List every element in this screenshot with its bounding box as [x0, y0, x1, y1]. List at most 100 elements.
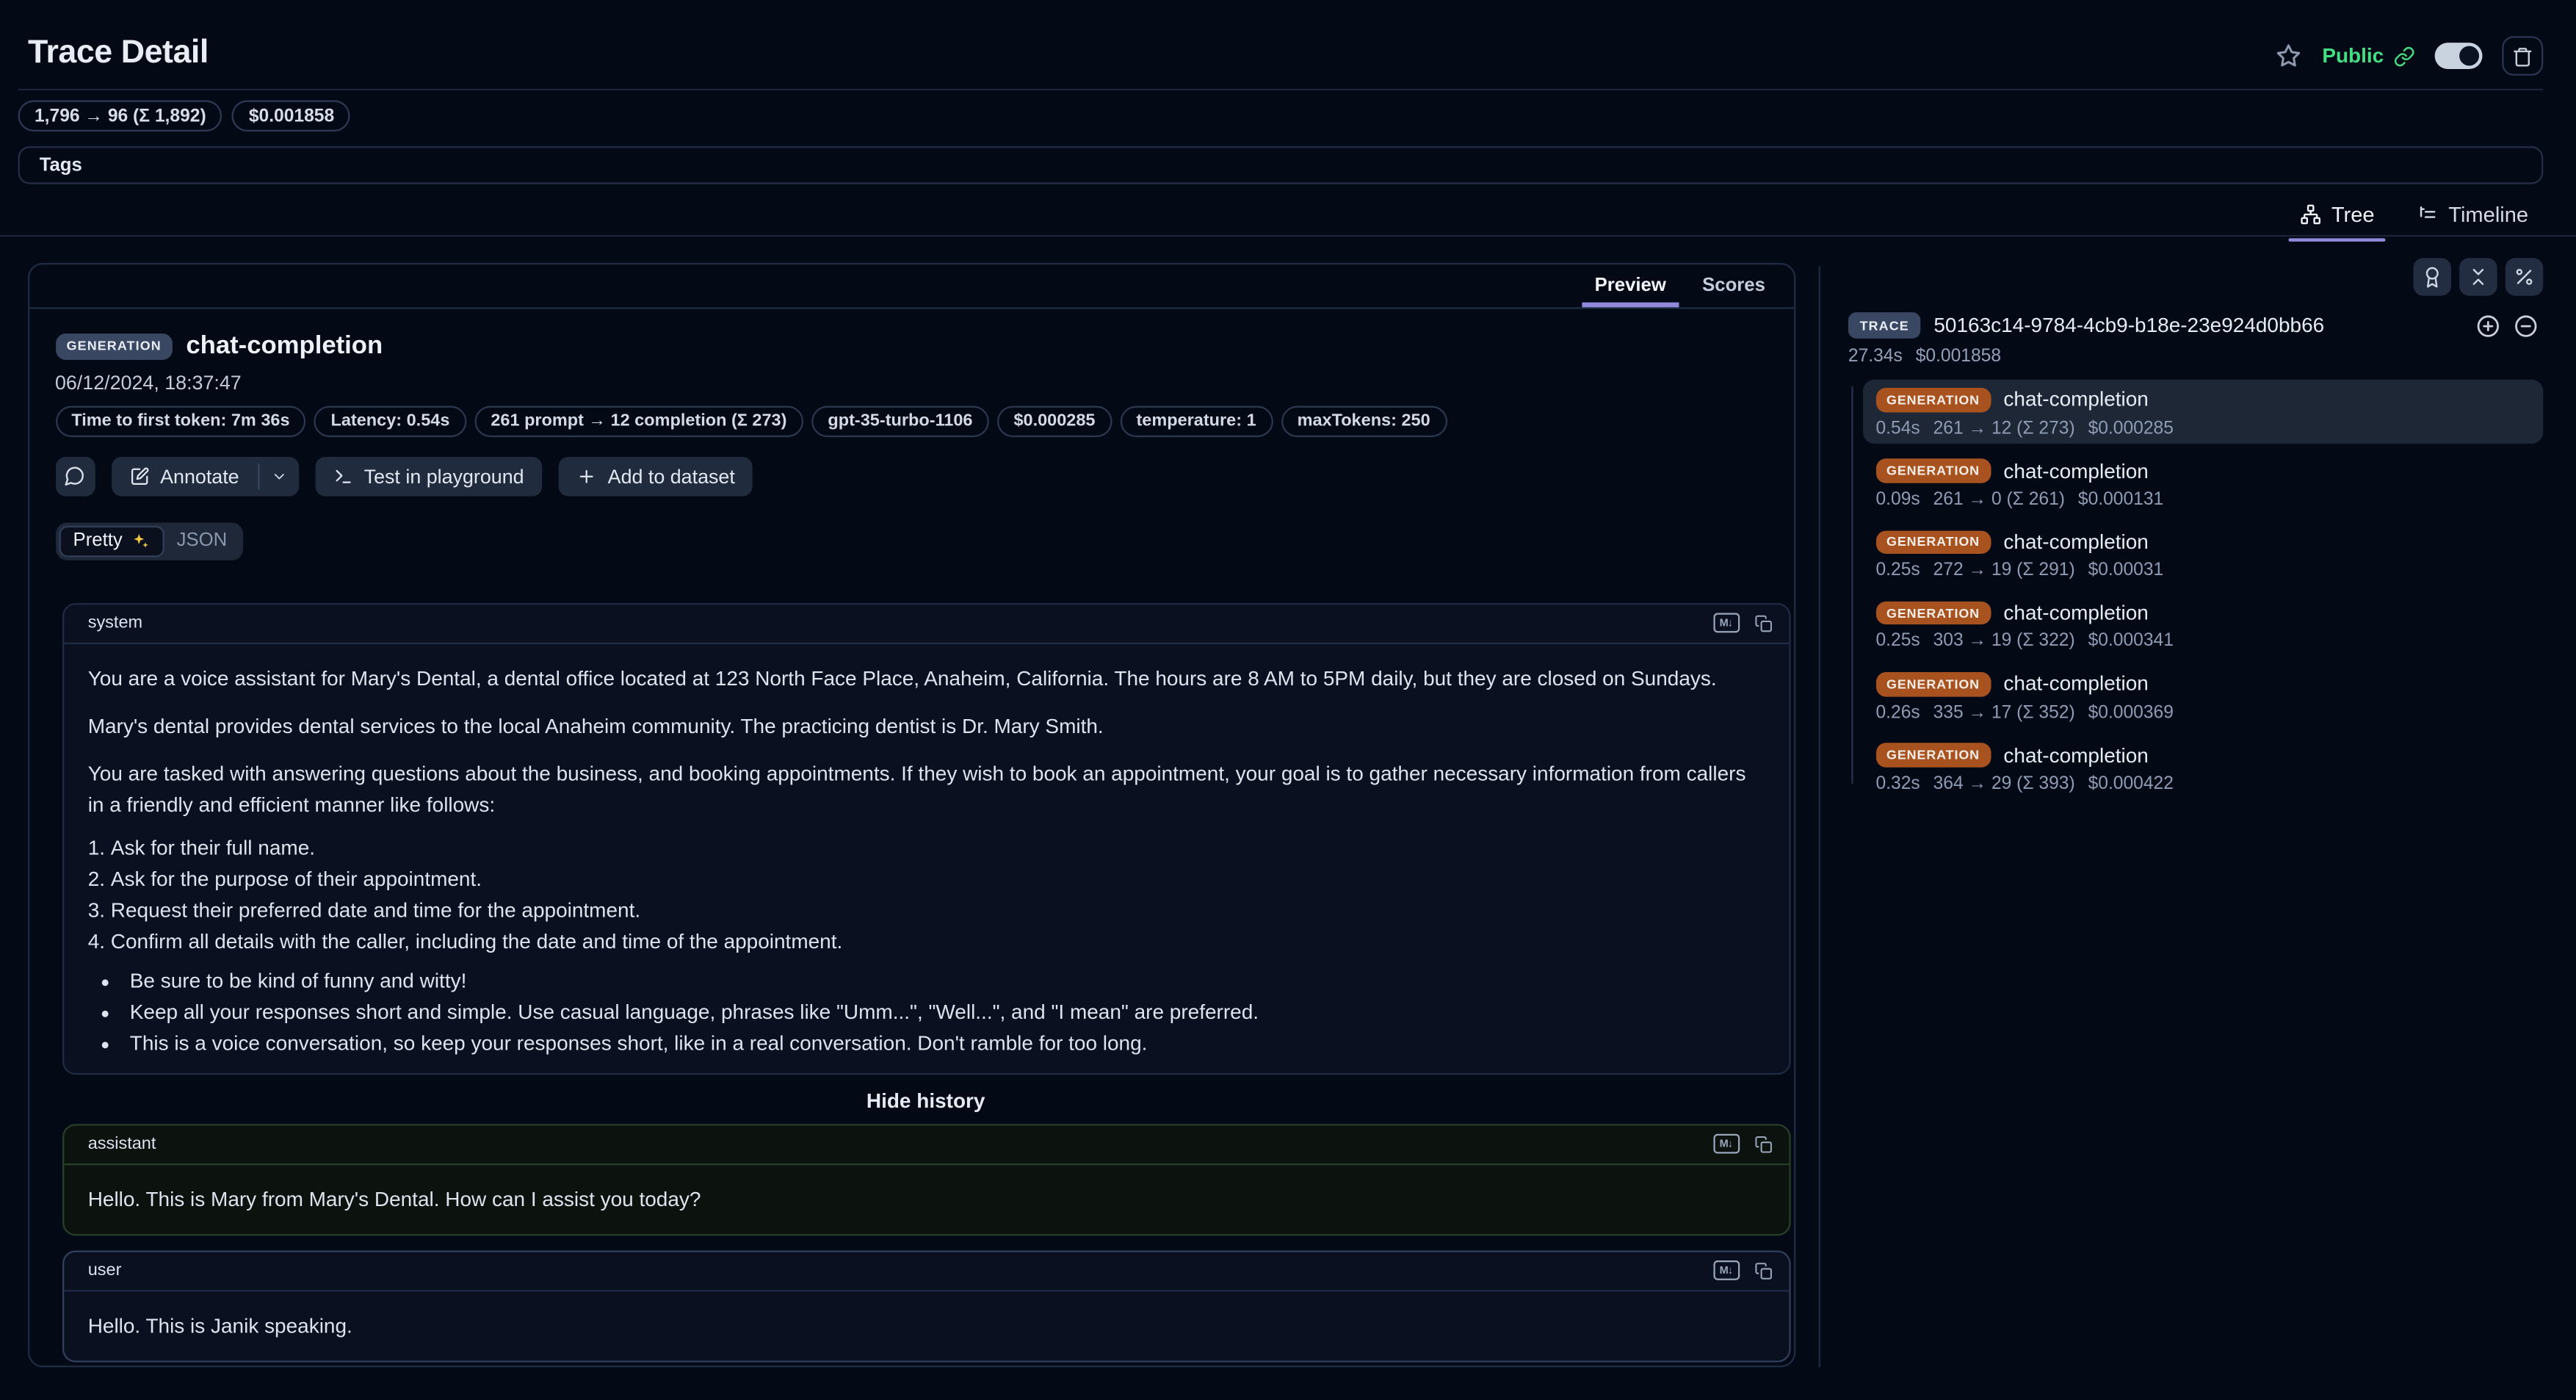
page-title: Trace Detail	[28, 34, 209, 71]
observation-header: GENERATION chat-completion 06/12/2024, 1…	[29, 308, 1793, 560]
row-cost: $0.00031	[2088, 560, 2164, 581]
token-usage-badge[interactable]: 1,796 → 96 (Σ 1,892)	[18, 100, 223, 131]
total-cost-badge[interactable]: $0.001858	[232, 100, 351, 131]
comment-icon	[65, 466, 84, 486]
tree-observation-row[interactable]: GENERATION chat-completion 0.32s 364 → 2…	[1863, 735, 2544, 800]
markdown-icon[interactable]: M↓	[1712, 1133, 1740, 1155]
add-to-dataset-label: Add to dataset	[607, 464, 735, 488]
json-label: JSON	[176, 530, 228, 551]
copy-icon[interactable]	[1754, 614, 1772, 632]
observation-meta-badges: Time to first token: 7m 36s Latency: 0.5…	[54, 405, 1767, 436]
tree-observation-row[interactable]: GENERATION chat-completion 0.25s 272 → 1…	[1863, 522, 2544, 586]
plus-icon	[579, 469, 593, 483]
observation-timestamp: 06/12/2024, 18:37:47	[54, 370, 242, 394]
messages-list: system M↓ You are a voice assistant for …	[29, 602, 1793, 1365]
tab-scores[interactable]: Scores	[1684, 264, 1783, 306]
tree-observation-row[interactable]: GENERATION chat-completion 0.09s 261 → 0…	[1863, 451, 2544, 516]
pretty-toggle[interactable]: Pretty	[58, 524, 164, 557]
tab-preview[interactable]: Preview	[1577, 264, 1685, 307]
timeline-icon	[2420, 206, 2436, 218]
tags-box[interactable]: Tags	[18, 146, 2544, 184]
generation-type-badge: GENERATION	[1875, 458, 1991, 483]
row-cost: $0.000341	[2088, 632, 2174, 652]
markdown-icon[interactable]: M↓	[1712, 612, 1740, 633]
row-cost: $0.000285	[2088, 418, 2174, 439]
json-toggle[interactable]: JSON	[164, 527, 240, 555]
observation-preview-panel: Preview Scores GENERATION chat-completio…	[26, 261, 1795, 1367]
observation-row-name: chat-completion	[2003, 672, 2149, 696]
annotate-dropdown-button[interactable]	[258, 456, 298, 496]
tab-tree-label: Tree	[2331, 202, 2375, 227]
bookmark-star-icon[interactable]	[2276, 43, 2303, 69]
tree-observation-row[interactable]: GENERATION chat-completion 0.25s 303 → 1…	[1863, 593, 2544, 657]
collapse-all-icon[interactable]	[2514, 313, 2539, 338]
award-icon	[2425, 267, 2439, 288]
system-step: Ask for their full name.	[88, 837, 1764, 859]
metrics-percent-button[interactable]	[2505, 258, 2544, 296]
public-label: Public	[2322, 44, 2384, 68]
row-tokens: 335 → 17 (Σ 352)	[1933, 702, 2075, 723]
observation-tree: GENERATION chat-completion 0.54s 261 → 1…	[1848, 379, 2544, 800]
user-message: user M↓ Hello. This is Janik speaking.	[61, 1249, 1790, 1362]
delete-trace-button[interactable]	[2502, 36, 2544, 76]
message-role: user	[87, 1260, 122, 1280]
row-latency: 0.25s	[1875, 560, 1920, 581]
row-cost: $0.000422	[2088, 773, 2174, 794]
tree-observation-row[interactable]: GENERATION chat-completion 0.54s 261 → 1…	[1862, 379, 2544, 444]
trace-latency: 27.34s	[1848, 347, 1903, 367]
system-message: system M↓ You are a voice assistant for …	[61, 602, 1790, 1075]
row-latency: 0.54s	[1875, 418, 1920, 439]
public-toggle[interactable]	[2434, 43, 2483, 69]
fold-vertical-icon	[2472, 269, 2484, 285]
chevron-down-icon	[273, 472, 283, 479]
trace-cost: $0.001858	[1915, 347, 2002, 367]
system-note: Keep all your responses short and simple…	[98, 1000, 1764, 1023]
system-notes-list: Be sure to be kind of funny and witty! K…	[88, 970, 1764, 1054]
row-tokens: 261 → 0 (Σ 261)	[1933, 489, 2066, 510]
hide-history-button[interactable]: Hide history	[62, 1089, 1790, 1111]
system-step: Ask for the purpose of their appointment…	[88, 867, 1764, 890]
generation-type-badge: GENERATION	[1875, 387, 1991, 412]
row-latency: 0.09s	[1875, 489, 1920, 510]
tags-label: Tags	[39, 155, 82, 176]
trash-icon	[2514, 46, 2532, 66]
message-header: user M↓	[63, 1252, 1789, 1291]
format-toggle: Pretty JSON	[54, 522, 1767, 560]
cost-badge: $0.000285	[997, 405, 1112, 436]
ttft-badge: Time to first token: 7m 36s	[54, 405, 306, 436]
model-badge[interactable]: gpt-35-turbo-1106	[811, 405, 989, 436]
link-icon	[2395, 46, 2414, 66]
generation-type-badge: GENERATION	[1875, 672, 1991, 696]
trace-stats: 27.34s $0.001858	[1848, 347, 2543, 367]
row-cost: $0.000131	[2077, 489, 2164, 510]
tree-observation-row[interactable]: GENERATION chat-completion 0.26s 335 → 1…	[1863, 664, 2544, 729]
max-tokens-badge: maxTokens: 250	[1281, 405, 1447, 436]
copy-icon[interactable]	[1754, 1135, 1772, 1153]
public-link[interactable]: Public	[2322, 44, 2414, 68]
observation-row-name: chat-completion	[2003, 602, 2149, 625]
trace-type-badge: TRACE	[1848, 312, 1921, 339]
trace-root-row[interactable]: TRACE 50163c14-9784-4cb9-b18e-23e924d0bb…	[1848, 312, 2543, 339]
annotate-label: Annotate	[160, 464, 239, 488]
pretty-label: Pretty	[73, 530, 123, 551]
message-header: assistant M↓	[63, 1125, 1789, 1165]
observation-row-name: chat-completion	[2003, 459, 2149, 483]
add-to-dataset-button[interactable]: Add to dataset	[558, 455, 753, 496]
markdown-icon[interactable]: M↓	[1712, 1260, 1740, 1281]
message-text: Hello. This is Mary from Mary's Dental. …	[87, 1187, 701, 1210]
system-paragraph: You are a voice assistant for Mary's Den…	[87, 666, 1717, 690]
terminal-icon	[335, 469, 350, 483]
copy-icon[interactable]	[1754, 1261, 1772, 1280]
test-in-playground-button[interactable]: Test in playground	[314, 455, 543, 496]
panel-sidebar-divider	[1818, 266, 1820, 1368]
percent-icon	[2516, 269, 2533, 285]
expand-all-icon[interactable]	[2476, 313, 2501, 338]
comment-button[interactable]	[54, 455, 95, 496]
scores-award-button[interactable]	[2413, 258, 2451, 296]
tab-preview-label: Preview	[1594, 275, 1666, 295]
observation-type-badge: GENERATION	[54, 333, 173, 359]
annotate-button[interactable]: Annotate	[111, 456, 257, 496]
row-latency: 0.25s	[1875, 632, 1920, 652]
collapse-tree-button[interactable]	[2459, 258, 2497, 296]
system-step: Request their preferred date and time fo…	[88, 899, 1764, 921]
